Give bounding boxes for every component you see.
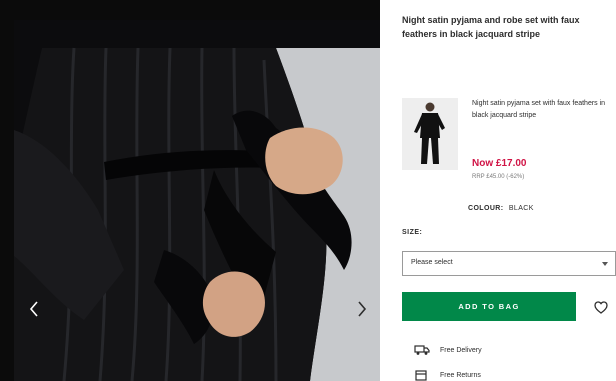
image-backdrop-left <box>0 0 14 381</box>
returns-box-icon <box>414 368 430 381</box>
gallery-prev-button[interactable] <box>26 298 42 320</box>
product-photo <box>14 20 380 381</box>
free-returns-row: Free Returns <box>414 368 481 381</box>
variant-card[interactable]: Night satin pyjama set with faux feather… <box>402 96 616 181</box>
free-delivery-row: Free Delivery <box>414 343 482 357</box>
product-title: Night satin pyjama and robe set with fau… <box>402 15 580 39</box>
size-select-value: Please select <box>411 259 453 266</box>
free-returns-text: Free Returns <box>440 371 481 379</box>
colour-label: COLOUR: <box>468 205 504 212</box>
size-select[interactable]: Please select <box>402 251 616 276</box>
colour-row: COLOUR: BLACK <box>468 205 534 212</box>
save-for-later-button[interactable] <box>591 297 611 317</box>
variant-thumbnail-image <box>402 98 458 170</box>
product-details-panel: Night satin pyjama and robe set with fau… <box>380 0 616 381</box>
add-to-bag-button[interactable]: ADD TO BAG <box>402 292 576 321</box>
gallery-next-button[interactable] <box>354 298 370 320</box>
was-price: RRP £45.00 (-62%) <box>472 174 525 180</box>
caret-down-icon <box>602 262 608 266</box>
chevron-right-icon <box>358 301 367 317</box>
heart-icon <box>594 300 608 314</box>
chevron-left-icon <box>29 301 38 317</box>
free-delivery-text: Free Delivery <box>440 346 482 354</box>
image-backdrop-top <box>0 0 380 20</box>
colour-value: BLACK <box>508 205 534 212</box>
truck-icon <box>414 343 430 357</box>
product-gallery[interactable] <box>14 20 380 381</box>
variant-thumbnail[interactable] <box>402 98 458 170</box>
now-price: Now £17.00 <box>472 158 527 169</box>
size-label: SIZE: <box>402 229 423 236</box>
variant-title: Night satin pyjama set with faux feather… <box>472 100 606 119</box>
